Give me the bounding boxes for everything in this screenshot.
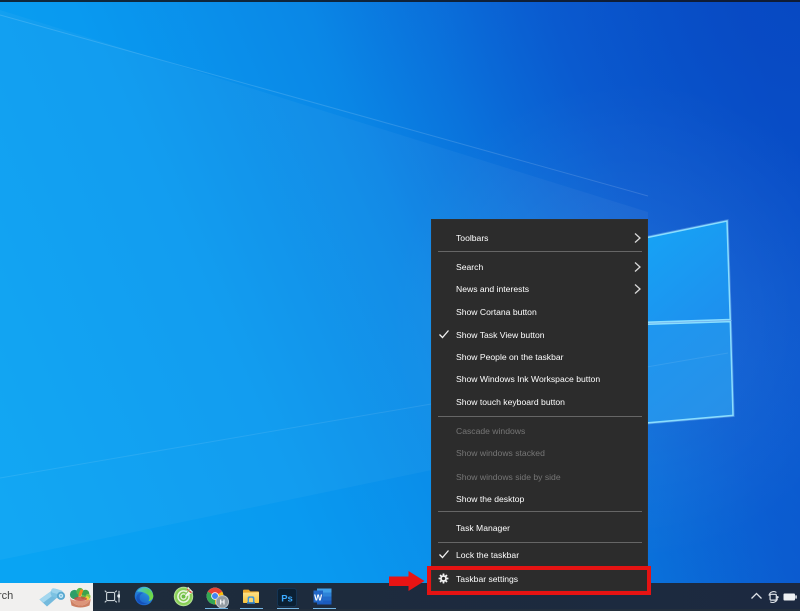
svg-text:Ps: Ps <box>281 593 293 604</box>
svg-text:W: W <box>314 592 323 602</box>
svg-text:H: H <box>220 598 225 607</box>
